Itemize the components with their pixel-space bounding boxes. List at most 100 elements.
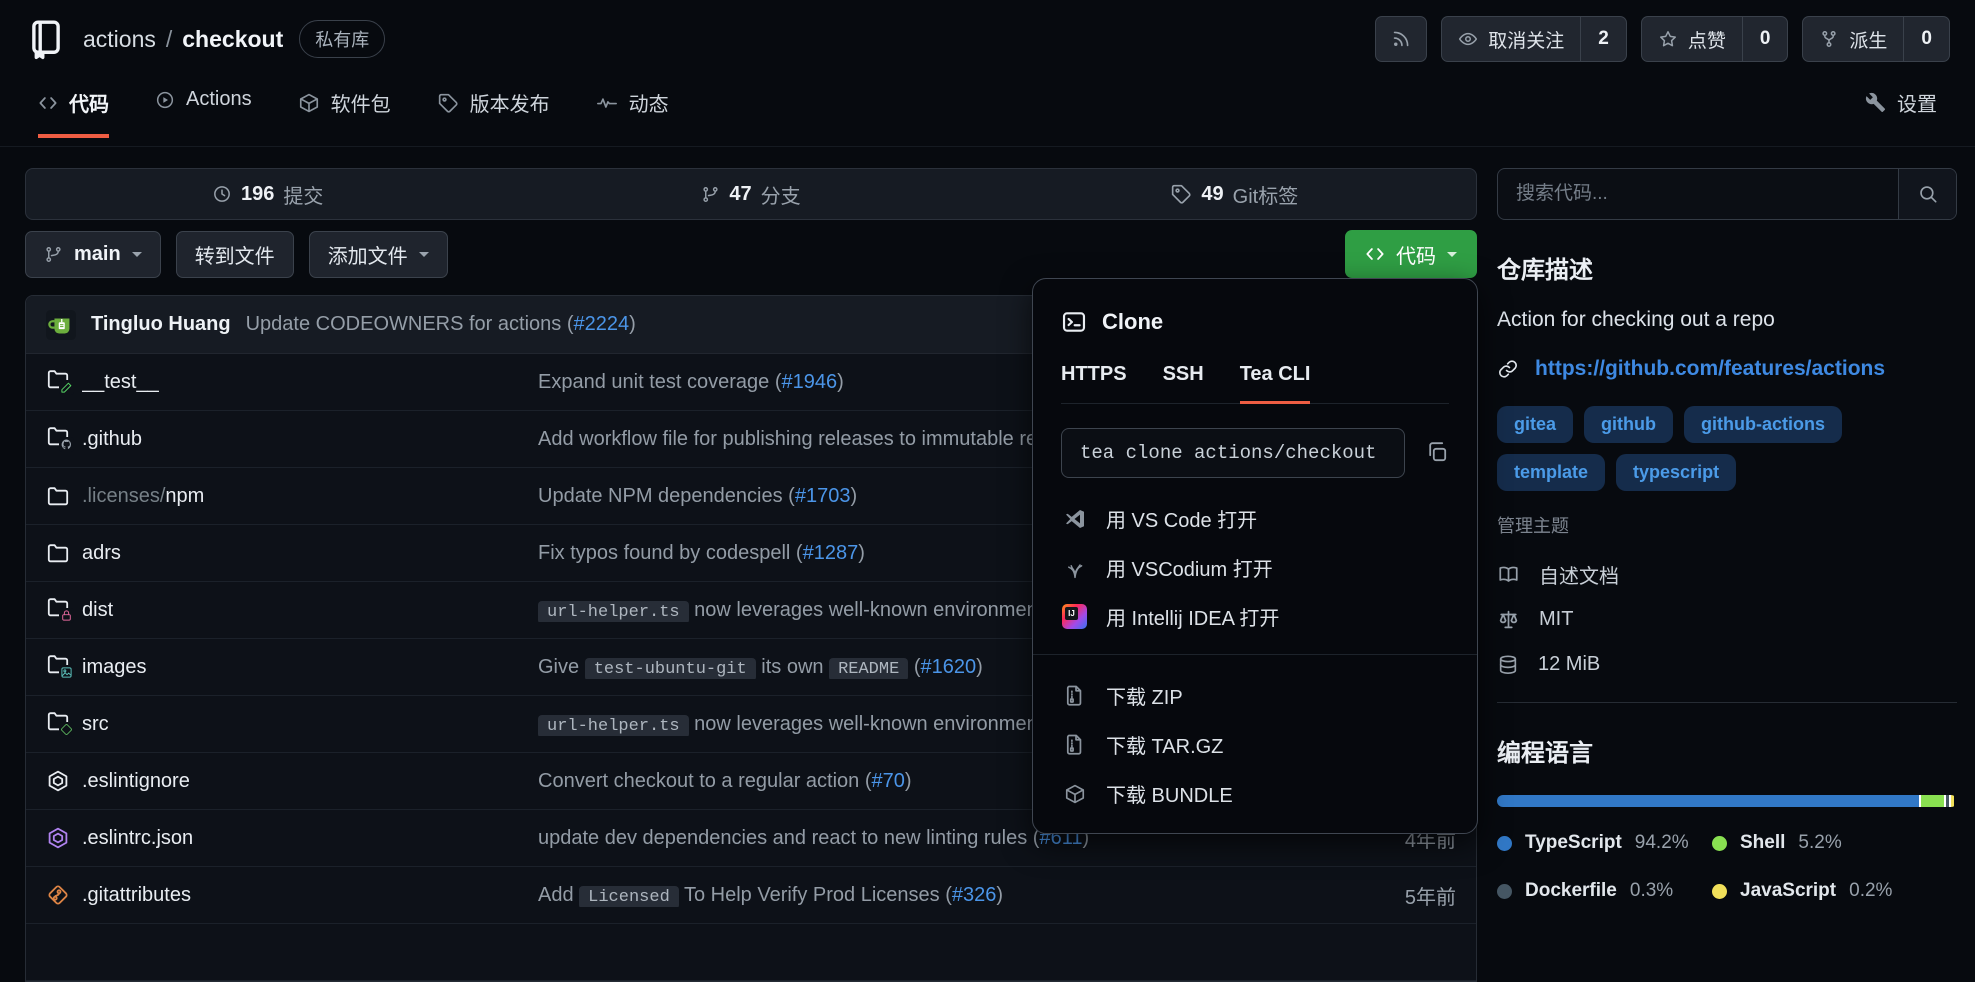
repo-sidebar: 仓库描述 Action for checking out a repo http… [1497,168,1957,902]
file-name-link[interactable]: src [82,713,538,736]
language-name: Dockerfile [1525,880,1617,902]
open-in-editor-item[interactable]: 用 VS Code 打开 [1033,494,1477,543]
search-button[interactable] [1898,169,1956,219]
file-name[interactable]: adrs [82,542,121,564]
file-name[interactable]: npm [165,485,204,507]
file-name-link[interactable]: dist [82,599,538,622]
avatar[interactable] [46,310,76,340]
clone-tab-tea-cli[interactable]: Tea CLI [1240,363,1311,404]
language-bar[interactable] [1497,795,1957,807]
file-name[interactable]: .gitattributes [82,884,191,906]
repo-logo-icon[interactable] [25,18,67,60]
clone-tab-https[interactable]: HTTPS [1061,363,1127,404]
file-name[interactable]: images [82,656,146,678]
branch-icon [44,245,63,264]
eye-icon [1458,29,1478,49]
issue-link[interactable]: #1703 [795,485,851,507]
file-name-link[interactable]: .github [82,428,538,451]
clone-panel-divider [1033,654,1477,655]
issue-link[interactable]: #326 [952,884,997,906]
download-item[interactable]: 下载 TAR.GZ [1033,720,1477,769]
issue-link[interactable]: #2224 [573,313,629,335]
tab-软件包[interactable]: 软件包 [298,88,391,134]
file-name[interactable]: .eslintignore [82,770,190,792]
download-item[interactable]: 下载 BUNDLE [1033,769,1477,818]
readme-link[interactable]: 自述文档 [1497,552,1957,597]
file-name-link[interactable]: .eslintrc.json [82,827,538,850]
file-name[interactable]: src [82,713,109,735]
topic-chip[interactable]: github-actions [1684,406,1842,443]
tab-actions[interactable]: Actions [155,88,252,128]
fork-button[interactable]: 派生 0 [1802,16,1950,62]
goto-file-button[interactable]: 转到文件 [176,231,294,278]
star-button[interactable]: 点赞 0 [1641,16,1789,62]
stat-branches[interactable]: 47 分支 [509,180,992,209]
tab-settings[interactable]: 设置 [1865,88,1937,134]
tab-label: 软件包 [331,88,391,117]
issue-link[interactable]: #1287 [803,542,859,564]
message-text: Add workflow file for publishing release… [538,428,1085,450]
issue-link[interactable]: #70 [872,770,905,792]
tab-动态[interactable]: 动态 [596,88,669,134]
file-name-link[interactable]: .gitattributes [82,884,538,907]
topic-chip[interactable]: gitea [1497,406,1573,443]
manage-topics-link[interactable]: 管理主题 [1497,512,1569,538]
message-text: Convert checkout to a regular action ( [538,770,872,792]
language-legend-item[interactable]: Dockerfile0.3% [1497,880,1712,902]
message-text: Fix typos found by codespell ( [538,542,803,564]
watch-count[interactable]: 2 [1580,17,1626,61]
star-count[interactable]: 0 [1742,17,1788,61]
clone-tab-ssh[interactable]: SSH [1163,363,1204,404]
license-link[interactable]: MIT [1497,597,1957,642]
inline-code-chip: README [829,658,908,679]
tab-code[interactable]: 代码 [38,88,109,138]
tab-版本发布[interactable]: 版本发布 [437,88,550,134]
sidebar-divider [1497,702,1957,703]
inline-code-chip: url-helper.ts [538,715,689,736]
tab-label: 动态 [629,88,669,117]
file-name[interactable]: .github [82,428,142,450]
open-in-editor-item[interactable]: IJ用 Intellij IDEA 打开 [1033,592,1477,641]
file-name-link[interactable]: __test__ [82,371,538,394]
topic-chip[interactable]: github [1584,406,1673,443]
file-name-link[interactable]: .eslintignore [82,770,538,793]
repo-owner-link[interactable]: actions [83,26,156,53]
file-name-link[interactable]: images [82,656,538,679]
file-name-link[interactable]: .licenses/npm [82,485,538,508]
website-link[interactable]: https://github.com/features/actions [1535,357,1885,381]
code-clone-button[interactable]: 代码 [1345,230,1477,278]
watch-button[interactable]: 取消关注 2 [1441,16,1627,62]
copy-button[interactable] [1425,440,1449,467]
issue-link[interactable]: #1946 [781,371,837,393]
rss-button[interactable] [1375,16,1427,62]
language-legend-item[interactable]: JavaScript0.2% [1712,880,1957,902]
file-toolbar: main 转到文件 添加文件 代码 [25,230,1477,278]
file-name[interactable]: __test__ [82,371,159,393]
repo-name-link[interactable]: checkout [182,26,283,53]
clone-url-input[interactable] [1061,428,1405,478]
search-input[interactable] [1498,169,1898,219]
branch-icon [701,185,720,204]
file-name[interactable]: dist [82,599,113,621]
language-legend-item[interactable]: Shell5.2% [1712,832,1957,854]
download-item[interactable]: 下载 ZIP [1033,671,1477,720]
topic-chip[interactable]: typescript [1616,454,1736,491]
open-in-editor-item[interactable]: 用 VSCodium 打开 [1033,543,1477,592]
language-name: JavaScript [1740,880,1836,902]
stat-commits[interactable]: 196 提交 [26,180,509,209]
package-icon [298,92,320,114]
commit-author-link[interactable]: Tingluo Huang [91,313,231,336]
book-icon [1497,563,1520,586]
table-row: .gitattributesAdd Licensed To Help Verif… [26,867,1476,924]
topic-chip[interactable]: template [1497,454,1605,491]
code-icon [1365,244,1385,264]
file-name[interactable]: .eslintrc.json [82,827,193,849]
fork-count[interactable]: 0 [1903,17,1949,61]
terminal-icon [1061,309,1087,335]
issue-link[interactable]: #1620 [921,656,977,678]
file-name-link[interactable]: adrs [82,542,538,565]
language-legend-item[interactable]: TypeScript94.2% [1497,832,1712,854]
stat-tags[interactable]: 49 Git标签 [993,180,1476,209]
add-file-button[interactable]: 添加文件 [309,231,448,278]
branch-selector[interactable]: main [25,231,161,278]
